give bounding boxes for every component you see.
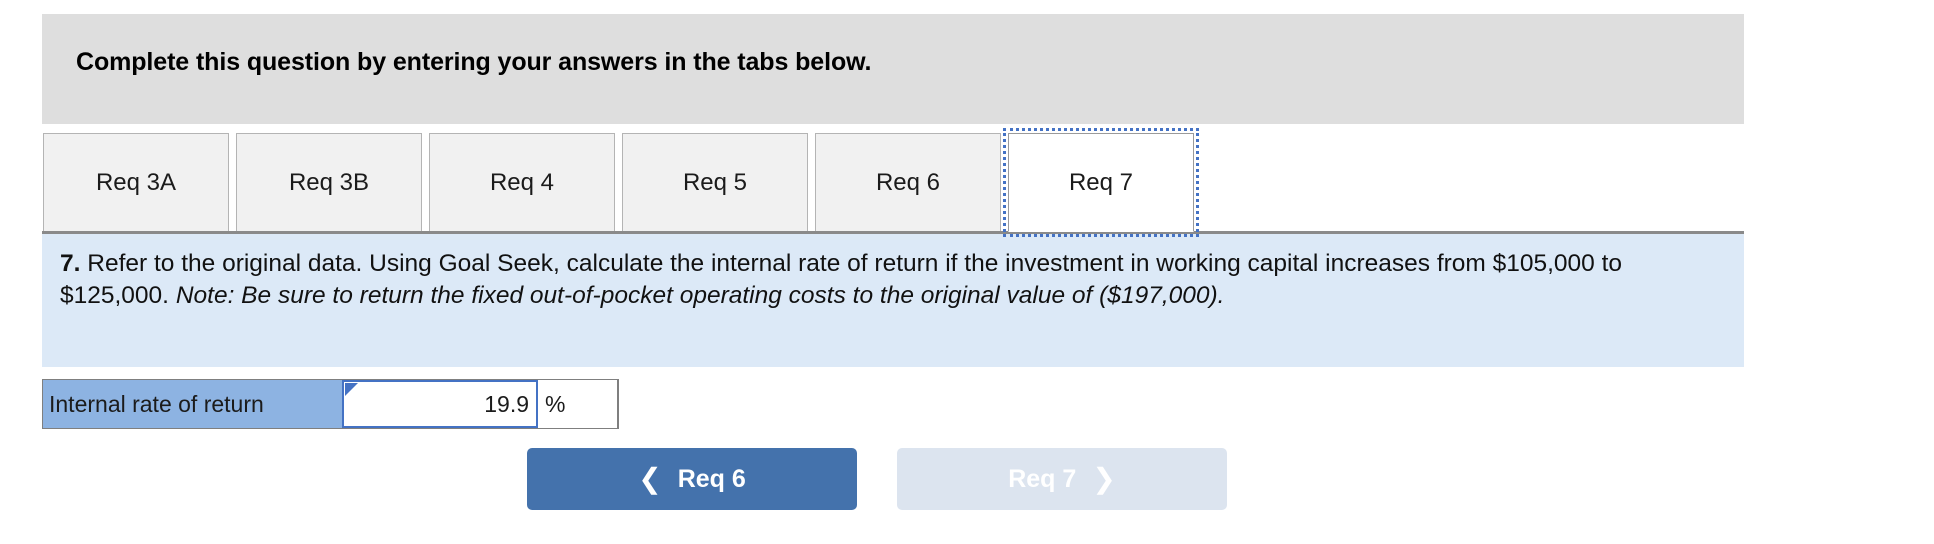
navigation-bar: ❮ Req 6 Req 7 ❯ <box>527 448 1227 510</box>
answer-value: 19.9 <box>484 390 529 417</box>
tab-label: Req 6 <box>875 168 941 196</box>
chevron-right-icon: ❯ <box>1092 463 1116 494</box>
next-requirement-button: Req 7 ❯ <box>897 448 1227 510</box>
tab-label: Req 7 <box>1068 168 1134 196</box>
answer-label: Internal rate of return <box>49 390 264 417</box>
question-panel: 7. Refer to the original data. Using Goa… <box>42 234 1744 367</box>
instruction-banner: Complete this question by entering your … <box>42 14 1744 124</box>
tab-req-7[interactable]: Req 7 <box>1003 128 1199 237</box>
tab-label: Req 5 <box>682 168 748 196</box>
question-note: Note: Be sure to return the fixed out-of… <box>175 282 1225 309</box>
tab-label: Req 3A <box>95 168 177 196</box>
answer-unit-cell: % <box>538 380 618 428</box>
tab-label: Req 3B <box>288 168 370 196</box>
prev-requirement-button[interactable]: ❮ Req 6 <box>527 448 857 510</box>
chevron-left-icon: ❮ <box>638 463 662 494</box>
tab-req-3b[interactable]: Req 3B <box>236 133 422 232</box>
cell-marker-triangle-icon <box>345 383 358 396</box>
tab-req-5[interactable]: Req 5 <box>622 133 808 232</box>
answer-label-cell: Internal rate of return <box>43 380 342 428</box>
answer-row: Internal rate of return 19.9 % <box>42 379 619 429</box>
requirement-tab-strip: Req 3A Req 3B Req 4 Req 5 Req 6 Req 7 <box>43 128 1199 237</box>
tab-req-4[interactable]: Req 4 <box>429 133 615 232</box>
tab-req-6[interactable]: Req 6 <box>815 133 1001 232</box>
question-number: 7. <box>60 250 81 277</box>
instruction-text: Complete this question by entering your … <box>76 48 872 76</box>
prev-button-label: Req 6 <box>677 464 746 493</box>
tab-label: Req 4 <box>489 168 555 196</box>
question-text: 7. Refer to the original data. Using Goa… <box>60 248 1722 312</box>
answer-unit: % <box>545 390 566 417</box>
tab-req-3a[interactable]: Req 3A <box>43 133 229 232</box>
next-button-label: Req 7 <box>1008 464 1077 493</box>
internal-rate-of-return-input[interactable]: 19.9 <box>342 380 538 428</box>
